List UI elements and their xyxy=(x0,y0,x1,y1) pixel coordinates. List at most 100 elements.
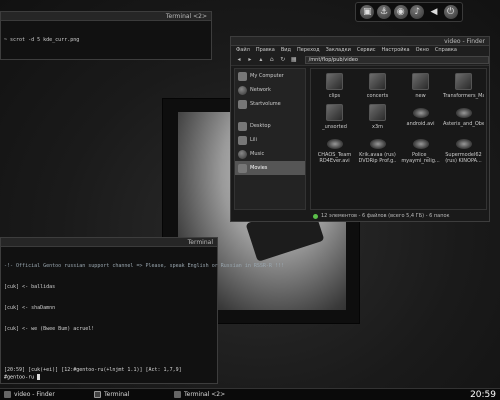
menu-help[interactable]: Справка xyxy=(435,46,457,55)
file-name: Police_ myaymi_relig... xyxy=(401,152,440,164)
file-name: new xyxy=(415,93,426,99)
terminal-icon xyxy=(174,391,181,398)
file-item[interactable]: Supermodel62 (rus) KINOPA... xyxy=(443,133,484,164)
file-item[interactable]: _unsorted xyxy=(314,102,355,130)
terminal-window-2[interactable]: Terminal <2> ~ scrot -d 5 kde_curr.png xyxy=(0,11,212,60)
taskbar: video - Finder Terminal Terminal <2> 20:… xyxy=(0,388,500,400)
dock: ▣ ⚓ ◉ ♪ ◀ ⏻ xyxy=(355,2,463,22)
sidebar-separator xyxy=(235,111,305,119)
sidebar-item-desktop[interactable]: Desktop xyxy=(235,119,305,133)
file-grid: clips concerts new Transformers_Masterfo… xyxy=(311,69,486,166)
up-icon[interactable]: ▴ xyxy=(257,56,265,64)
video-file-icon xyxy=(369,139,386,149)
view-icon[interactable]: ▦ xyxy=(290,56,298,64)
task-label: video - Finder xyxy=(14,391,55,398)
file-item[interactable]: Police_ myaymi_relig... xyxy=(400,133,441,164)
terminal-output[interactable]: -!- Official Gentoo russian support chan… xyxy=(1,247,284,349)
folder-icon xyxy=(326,73,343,90)
sidebar-item-label: My Computer xyxy=(250,73,284,79)
sidebar-item-movies[interactable]: Movies xyxy=(235,161,305,175)
irc-status-bar: [20:59] [cuk(+ei)] [12:#gentoo-ru(+lnjmt… xyxy=(4,367,182,373)
file-name: x3m xyxy=(371,124,383,130)
file-view[interactable]: clips concerts new Transformers_Masterfo… xyxy=(310,68,487,210)
terminal-line: ~ scrot -d 5 kde_curr.png xyxy=(4,37,80,43)
file-item[interactable]: Transformers_Masterforce_I... xyxy=(443,71,484,99)
music-folder-icon xyxy=(238,149,247,159)
file-item[interactable]: concerts xyxy=(357,71,398,99)
task-finder[interactable]: video - Finder xyxy=(0,389,90,400)
tv-icon[interactable]: ▣ xyxy=(360,5,375,19)
file-name: CHAOS_Team RD4Ever.avi xyxy=(317,152,352,164)
channel-prompt: #gentoo-ru xyxy=(4,374,35,381)
video-file-icon xyxy=(455,139,472,149)
terminal-output[interactable]: ~ scrot -d 5 kde_curr.png xyxy=(1,21,211,60)
file-item[interactable]: Krik.avaa (rus) DVDRip Prof.g.. xyxy=(357,133,398,164)
window-title[interactable]: video - Finder xyxy=(231,37,489,46)
sidebar-item-startvolume[interactable]: Startvolume xyxy=(235,97,305,111)
anchor-icon[interactable]: ⚓ xyxy=(376,5,391,19)
menu-window[interactable]: Окно xyxy=(416,46,429,55)
folder-icon xyxy=(369,104,386,121)
file-item[interactable]: clips xyxy=(314,71,355,99)
back-icon[interactable]: ◂ xyxy=(235,56,243,64)
menu-bar: Файл Правка Вид Переход Закладки Сервис … xyxy=(231,46,489,55)
music-icon[interactable]: ♪ xyxy=(410,5,425,19)
sidebar-item-label: Movies xyxy=(250,165,268,171)
task-terminal[interactable]: Terminal xyxy=(90,389,170,400)
terminal-line: [cuk] <- we (Bwee Bum) acruel! xyxy=(4,326,95,332)
file-name: android.avi xyxy=(406,121,435,127)
irc-input[interactable]: #gentoo-ru xyxy=(1,374,217,381)
file-name: _unsorted xyxy=(322,124,347,130)
drive-icon xyxy=(238,99,247,109)
firefox-icon[interactable]: ◉ xyxy=(393,5,408,19)
file-item[interactable]: new xyxy=(400,71,441,99)
terminal-window[interactable]: Terminal -!- Official Gentoo russian sup… xyxy=(0,237,284,384)
movies-folder-icon xyxy=(238,163,247,173)
folder-icon xyxy=(412,73,429,90)
sidebar-item-music[interactable]: Music xyxy=(235,147,305,161)
file-item[interactable]: CHAOS_Team RD4Ever.avi xyxy=(314,133,355,164)
menu-settings[interactable]: Настройка xyxy=(382,46,410,55)
menu-bookmarks[interactable]: Закладки xyxy=(326,46,351,55)
terminal-line: [cuk] <- ballidas xyxy=(4,284,56,290)
sidebar-item-label: Desktop xyxy=(250,123,271,129)
sidebar-item-lili[interactable]: Lili xyxy=(235,133,305,147)
sidebar-item-my-computer[interactable]: My Computer xyxy=(235,69,305,83)
task-label: Terminal xyxy=(104,391,130,398)
menu-file[interactable]: Файл xyxy=(236,46,250,55)
reload-icon[interactable]: ↻ xyxy=(279,56,287,64)
file-name: Supermodel62 (rus) KINOPA... xyxy=(445,152,482,164)
terminal-line: -!- Official Gentoo russian support chan… xyxy=(4,263,284,269)
menu-tools[interactable]: Сервис xyxy=(357,46,376,55)
window-title[interactable]: Terminal xyxy=(1,238,217,247)
menu-go[interactable]: Переход xyxy=(297,46,320,55)
video-file-icon xyxy=(455,108,472,118)
computer-icon xyxy=(238,71,247,81)
task-terminal-2[interactable]: Terminal <2> xyxy=(170,389,280,400)
menu-edit[interactable]: Правка xyxy=(256,46,275,55)
file-manager-window[interactable]: video - Finder Файл Правка Вид Переход З… xyxy=(230,36,490,222)
location-bar[interactable]: /mnt/flop/pub/video xyxy=(304,56,490,64)
desktop-icon xyxy=(238,121,247,131)
sidebar-item-network[interactable]: Network xyxy=(235,83,305,97)
power-icon[interactable]: ⏻ xyxy=(443,5,458,19)
terminal-icon xyxy=(94,391,101,398)
home-folder-icon xyxy=(238,135,247,145)
sidebar-item-label: Lili xyxy=(250,137,257,143)
clock[interactable]: 20:59 xyxy=(470,390,500,400)
home-icon[interactable]: ⌂ xyxy=(268,56,276,64)
video-file-icon xyxy=(326,139,343,149)
terminal-line: [cuk] <- shaDamnn xyxy=(4,305,56,311)
network-icon xyxy=(238,85,247,95)
window-title[interactable]: Terminal <2> xyxy=(1,12,211,21)
file-item[interactable]: android.avi xyxy=(400,102,441,130)
file-item[interactable]: Asterix_and_Obelix_House... xyxy=(443,102,484,130)
sidebar: My Computer Network Startvolume Desktop … xyxy=(234,68,306,210)
status-text: 12 элементов - 6 файлов (всего 5,4 ГБ) -… xyxy=(321,213,450,219)
folder-icon xyxy=(369,73,386,90)
file-item[interactable]: x3m xyxy=(357,102,398,130)
arrow-icon[interactable]: ◀ xyxy=(427,5,441,19)
menu-view[interactable]: Вид xyxy=(281,46,291,55)
forward-icon[interactable]: ▸ xyxy=(246,56,254,64)
folder-icon xyxy=(326,104,343,121)
